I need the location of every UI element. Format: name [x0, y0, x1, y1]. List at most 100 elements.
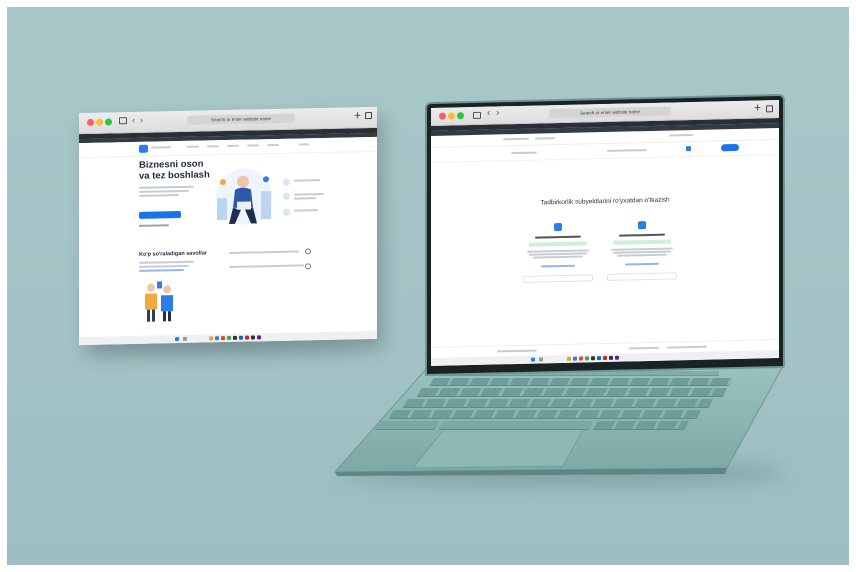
key-row [402, 399, 728, 408]
card-text [617, 253, 667, 257]
card-select[interactable] [523, 274, 593, 283]
tabs-icon[interactable] [766, 105, 773, 113]
tabs-icon[interactable] [365, 111, 372, 120]
card-select[interactable] [607, 272, 677, 281]
faq-question[interactable] [229, 250, 299, 254]
taskbar-app-icon[interactable] [227, 335, 231, 341]
taskbar-app-icon[interactable] [257, 335, 261, 340]
zoom-dot[interactable] [457, 112, 464, 120]
topbar-link[interactable] [503, 137, 529, 140]
feature-text [294, 209, 318, 212]
language-icon[interactable] [686, 146, 691, 152]
taskbar-app-icon[interactable] [539, 357, 543, 362]
taskbar-app-icon[interactable] [615, 355, 619, 360]
minimize-dot[interactable] [448, 112, 455, 120]
card-link[interactable] [541, 264, 575, 267]
faq-link[interactable] [139, 268, 184, 272]
key-row [374, 421, 700, 430]
hero-title: Biznesni oson va tez boshlash [139, 158, 210, 182]
letter-keys-home[interactable] [402, 399, 714, 408]
number-keys[interactable] [429, 378, 734, 386]
key-row [429, 378, 754, 387]
expand-icon[interactable] [305, 248, 311, 255]
taskbar-app-icon[interactable] [579, 356, 583, 361]
start-icon[interactable] [531, 357, 535, 362]
faq-illustration [145, 281, 173, 322]
breadcrumb [607, 149, 647, 152]
address-bar[interactable]: Search or enter website name [549, 106, 671, 119]
learn-more-link[interactable] [139, 224, 169, 227]
nav-item[interactable] [267, 143, 279, 147]
login-button[interactable] [721, 143, 739, 152]
nav-item[interactable] [207, 145, 219, 148]
language-select[interactable] [299, 143, 309, 146]
laptop-screen: ‹ › Search or enter website name + Tadbi… [431, 100, 779, 366]
close-dot[interactable] [87, 118, 94, 126]
forward-arrow-icon[interactable]: › [496, 107, 499, 118]
space-bar[interactable] [438, 421, 594, 430]
sidebar-toggle-icon[interactable] [473, 111, 481, 119]
key-row [416, 388, 742, 397]
footer-text [497, 349, 537, 352]
taskbar-app-icon[interactable] [239, 335, 243, 340]
card-link[interactable] [625, 262, 659, 266]
topbar-link[interactable] [669, 134, 693, 137]
feature-icon [283, 192, 290, 200]
start-business-button[interactable] [139, 210, 181, 219]
nav-item[interactable] [247, 144, 259, 147]
taskbar-app-icon[interactable] [183, 336, 187, 341]
taskbar-app-icon[interactable] [591, 356, 595, 361]
taskbar-app-icon[interactable] [573, 356, 577, 361]
faq-question[interactable] [229, 264, 304, 268]
taskbar-app-icon[interactable] [609, 355, 613, 360]
taskbar-app-icon[interactable] [597, 356, 601, 361]
product-scene: ‹ › Search or enter website name + Bizne… [7, 7, 849, 565]
hero-illustration [216, 168, 272, 225]
sidebar-toggle-icon[interactable] [119, 117, 127, 125]
taskbar-app-icon[interactable] [585, 356, 589, 361]
letter-keys-top[interactable] [416, 388, 728, 397]
registration-card [607, 220, 677, 298]
letter-keys-bottom[interactable] [388, 410, 702, 419]
modifier-keys[interactable] [374, 421, 440, 430]
hero-description [139, 185, 194, 189]
feature-text [294, 197, 316, 200]
arrow-keys[interactable] [592, 421, 690, 430]
footer-link[interactable] [667, 345, 707, 349]
plus-icon[interactable]: + [354, 108, 361, 122]
taskbar-app-icon[interactable] [567, 356, 571, 361]
key-row [388, 410, 714, 419]
taskbar-app-icon[interactable] [209, 336, 213, 341]
plus-icon[interactable]: + [754, 100, 761, 114]
card-badge [529, 241, 587, 247]
back-arrow-icon[interactable]: ‹ [132, 115, 135, 125]
address-bar[interactable]: Search or enter website name [187, 113, 295, 125]
forward-arrow-icon[interactable]: › [140, 115, 143, 125]
address-text: Search or enter website name [210, 116, 272, 123]
feature-icon [283, 208, 290, 216]
taskbar-app-icon[interactable] [215, 336, 219, 341]
taskbar-app-icon[interactable] [603, 355, 607, 361]
taskbar-app-icon[interactable] [245, 335, 249, 340]
card-title [535, 235, 581, 239]
logo-text [151, 146, 171, 149]
feature-text [294, 179, 320, 182]
taskbar-app-icon[interactable] [233, 335, 237, 340]
hero-description [139, 194, 179, 197]
topbar-link[interactable] [535, 137, 555, 140]
nav-item[interactable] [187, 145, 199, 148]
taskbar-app-icon[interactable] [251, 335, 255, 340]
back-arrow-icon[interactable]: ‹ [487, 108, 490, 119]
footer-link[interactable] [629, 346, 659, 349]
feature-text [294, 192, 324, 196]
nav-item[interactable] [227, 144, 239, 148]
close-dot[interactable] [439, 112, 446, 120]
hero-title-line2: va tez boshlash [139, 169, 210, 182]
minimize-dot[interactable] [96, 118, 103, 126]
taskbar-app-icon[interactable] [221, 336, 225, 341]
floating-browser-window: ‹ › Search or enter website name + Bizne… [79, 106, 377, 346]
zoom-dot[interactable] [105, 118, 112, 126]
expand-icon[interactable] [305, 263, 311, 270]
start-icon[interactable] [175, 337, 179, 342]
back-link[interactable] [511, 151, 537, 155]
